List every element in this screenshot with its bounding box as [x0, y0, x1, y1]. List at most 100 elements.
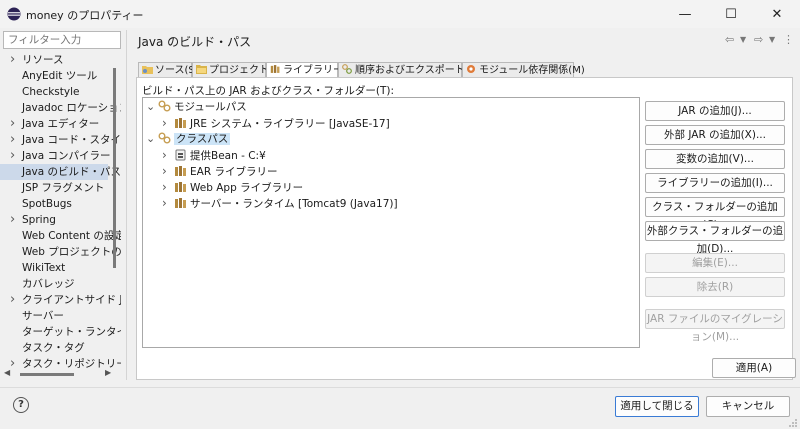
chevron-right-icon[interactable]: › [10, 132, 15, 148]
window-title: money のプロパティー [26, 9, 144, 22]
nav-item[interactable]: › クライアントサイド Java [0, 292, 121, 308]
nav-item[interactable]: カバレッジ [0, 276, 108, 292]
nav-item[interactable]: Web Content の設定 [0, 228, 121, 244]
nav-item-label: リソース [22, 54, 64, 66]
chevron-right-icon[interactable]: › [162, 195, 174, 211]
back-dropdown-icon[interactable]: ▼ [740, 35, 746, 44]
add-library-button[interactable]: ライブラリーの追加(I)... [645, 173, 785, 193]
view-menu-icon[interactable]: ⋮ [783, 33, 794, 46]
library-icon [270, 64, 281, 74]
nav-item[interactable]: › リソース [0, 52, 108, 68]
add-class-folder-button[interactable]: クラス・フォルダーの追加(C)... [645, 197, 785, 231]
nav-item[interactable]: › Java コンパイラー [0, 148, 111, 164]
nav-horizontal-scroll-thumb[interactable] [20, 373, 74, 376]
nav-item[interactable]: JSP フラグメント [0, 180, 108, 196]
chevron-right-icon[interactable]: › [10, 212, 15, 228]
tab[interactable]: モジュール依存関係(M) [462, 62, 585, 78]
nav-item-label: Java コード・スタイル [22, 134, 121, 146]
chevron-right-icon[interactable]: › [10, 148, 15, 164]
library-icon [174, 197, 188, 209]
resize-grip-icon[interactable] [788, 418, 798, 428]
tree-node[interactable]: › EAR ライブラリー [162, 163, 277, 179]
panel-divider[interactable] [126, 30, 127, 380]
nav-item[interactable]: Web プロジェクトの設定 [0, 244, 121, 260]
order-export-icon [342, 64, 353, 74]
nav-item-label: タスク・タグ [22, 342, 85, 354]
tab[interactable]: プロジェクト(P) [192, 62, 283, 78]
chevron-right-icon[interactable]: › [10, 116, 15, 132]
nav-item[interactable]: ターゲット・ランタイム [0, 324, 121, 340]
source-folder-icon [142, 64, 153, 74]
maximize-button[interactable]: ☐ [708, 0, 754, 28]
nav-item[interactable]: SpotBugs [0, 196, 108, 212]
tab[interactable]: ソース(S) [138, 62, 199, 78]
module-path-icon [158, 100, 172, 112]
apply-and-close-button[interactable]: 適用して閉じる [615, 396, 699, 417]
apply-button[interactable]: 適用(A) [712, 358, 796, 378]
migrate-jar-button[interactable]: JAR ファイルのマイグレーション(M)... [645, 309, 785, 343]
nav-item[interactable]: Java のビルド・パス [0, 164, 121, 180]
chevron-right-icon[interactable]: › [162, 179, 174, 195]
nav-item[interactable]: › タスク・リポジトリー [0, 356, 121, 368]
tree-node-label: 提供Bean - C:¥ [190, 150, 266, 162]
remove-button[interactable]: 除去(R) [645, 277, 785, 297]
tree-node[interactable]: › サーバー・ランタイム [Tomcat9 (Java17)] [162, 195, 398, 211]
footer-divider [0, 387, 800, 388]
chevron-right-icon[interactable]: › [10, 52, 15, 68]
chevron-right-icon[interactable]: › [162, 163, 174, 179]
page-title: Java のビルド・パス [138, 35, 252, 49]
chevron-right-icon[interactable]: › [162, 115, 174, 131]
tree-label: ビルド・パス上の JAR およびクラス・フォルダー(T): [142, 85, 394, 97]
tree-node[interactable]: › Web App ライブラリー [162, 179, 303, 195]
scroll-right-icon[interactable]: ▶ [105, 368, 111, 377]
library-icon [174, 117, 188, 129]
nav-item-label: クライアントサイド Java [22, 294, 121, 306]
nav-item-label: タスク・リポジトリー [22, 358, 121, 368]
chevron-right-icon[interactable]: › [10, 356, 15, 368]
add-jar-button[interactable]: JAR の追加(J)... [645, 101, 785, 121]
forward-dropdown-icon[interactable]: ▼ [769, 35, 775, 44]
module-dependency-icon [466, 64, 477, 74]
nav-vertical-scrollbar[interactable] [113, 68, 116, 268]
add-variable-button[interactable]: 変数の追加(V)... [645, 149, 785, 169]
close-button[interactable]: ✕ [754, 0, 800, 28]
tree-node-label: JRE システム・ライブラリー [JavaSE-17] [190, 118, 390, 130]
nav-item-label: Web プロジェクトの設定 [22, 246, 121, 258]
nav-item[interactable]: サーバー [0, 308, 108, 324]
nav-item[interactable]: Javadoc ロケーション [0, 100, 121, 116]
cancel-button[interactable]: キャンセル [706, 396, 790, 417]
tree-node[interactable]: › 提供Bean - C:¥ [162, 147, 266, 163]
nav-item[interactable]: › Java エディター [0, 116, 108, 132]
classpath-icon [158, 132, 172, 144]
nav-item-label: AnyEdit ツール [22, 70, 98, 82]
tree-node-label: サーバー・ランタイム [Tomcat9 (Java17)] [190, 198, 398, 210]
nav-item[interactable]: タスク・タグ [0, 340, 108, 356]
tree-node[interactable]: › JRE システム・ライブラリー [JavaSE-17] [162, 115, 390, 131]
nav-item[interactable]: › Spring [0, 212, 108, 228]
add-external-jar-button[interactable]: 外部 JAR の追加(X)... [645, 125, 785, 145]
filter-input[interactable] [3, 31, 121, 49]
chevron-down-icon[interactable]: ⌄ [146, 131, 158, 147]
back-icon[interactable]: ⇦ [725, 33, 734, 46]
nav-item[interactable]: Checkstyle [0, 84, 108, 100]
add-external-class-folder-button[interactable]: 外部クラス・フォルダーの追加(D)... [645, 221, 785, 255]
nav-item-label: ターゲット・ランタイム [22, 326, 121, 338]
chevron-right-icon[interactable]: › [10, 292, 15, 308]
nav-item[interactable]: AnyEdit ツール [0, 68, 108, 84]
build-path-tree[interactable]: ⌄ モジュールパス › JRE システム・ライブラリー [JavaSE-17] ⌄ クラス… [142, 97, 640, 348]
minimize-button[interactable]: — [662, 0, 708, 28]
forward-icon[interactable]: ⇨ [754, 33, 763, 46]
property-page-tree: › リソース AnyEdit ツール Checkstyle Javadoc ロケーション… [0, 52, 121, 368]
help-icon[interactable]: ? [13, 397, 29, 413]
scroll-left-icon[interactable]: ◀ [4, 368, 10, 377]
nav-item[interactable]: WikiText [0, 260, 108, 276]
nav-item[interactable]: › Java コード・スタイル [0, 132, 121, 148]
chevron-right-icon[interactable]: › [162, 147, 174, 163]
edit-button[interactable]: 編集(E)... [645, 253, 785, 273]
chevron-down-icon[interactable]: ⌄ [146, 99, 158, 115]
eclipse-icon [7, 7, 21, 21]
nav-item-label: Checkstyle [22, 86, 80, 98]
tab[interactable]: 順序およびエクスポート(O) [338, 62, 480, 78]
tree-node[interactable]: ⌄ モジュールパス [146, 99, 247, 115]
tree-node[interactable]: ⌄ クラスパス [146, 131, 231, 147]
